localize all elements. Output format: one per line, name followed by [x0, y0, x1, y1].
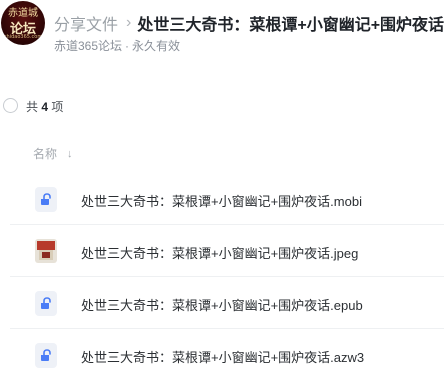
page-title: 处世三大奇书：菜根谭+小窗幽记+围炉夜话: [137, 17, 444, 34]
meta-separator: ·: [125, 39, 130, 53]
avatar[interactable]: 赤道城 论坛 chidao365.com: [1, 1, 45, 45]
file-name[interactable]: 处世三大奇书：菜根谭+小窗幽记+围炉夜话.mobi: [81, 191, 362, 210]
sort-down-icon[interactable]: ↓: [67, 148, 73, 160]
file-name[interactable]: 处世三大奇书：菜根谭+小窗幽记+围炉夜话.epub: [81, 295, 363, 314]
owner-name[interactable]: 赤道365论坛: [54, 39, 122, 53]
select-all-checkbox[interactable]: [3, 98, 18, 113]
breadcrumb: 分享文件 › 处世三大奇书：菜根谭+小窗幽记+围炉夜话: [54, 11, 444, 35]
chevron-right-icon: ›: [126, 14, 132, 31]
validity-text: 永久有效: [132, 39, 181, 53]
file-row[interactable]: 处世三大奇书：菜根谭+小窗幽记+围炉夜话.azw3: [10, 329, 444, 378]
file-row[interactable]: 处世三大奇书：菜根谭+小窗幽记+围炉夜话.epub: [10, 277, 444, 329]
count-prefix: 共: [26, 100, 39, 114]
file-name[interactable]: 处世三大奇书：菜根谭+小窗幽记+围炉夜话.jpeg: [81, 243, 358, 262]
file-row[interactable]: 处世三大奇书：菜根谭+小窗幽记+围炉夜话.jpeg: [10, 225, 444, 277]
document-file-icon: [35, 291, 57, 316]
avatar-text-bottom: chidao365.com: [3, 34, 43, 40]
file-row[interactable]: 处世三大奇书：菜根谭+小窗幽记+围炉夜话.mobi: [10, 173, 444, 225]
share-page: 赤道城 论坛 chidao365.com 分享文件 › 处世三大奇书：菜根谭+小…: [0, 0, 444, 378]
file-name[interactable]: 处世三大奇书：菜根谭+小窗幽记+围炉夜话.azw3: [81, 347, 364, 366]
document-file-icon: [35, 343, 57, 368]
image-thumbnail-icon: [35, 239, 57, 264]
document-file-icon: [35, 187, 57, 212]
count-value: 4: [41, 100, 49, 114]
avatar-text-top: 赤道城: [8, 8, 38, 19]
share-meta: 赤道365论坛 · 永久有效: [54, 37, 180, 54]
column-header-name[interactable]: 名称 ↓: [33, 145, 73, 162]
item-count: 共 4 项: [26, 98, 63, 115]
breadcrumb-shared-files[interactable]: 分享文件: [54, 11, 118, 35]
column-name-label: 名称: [33, 147, 58, 161]
count-suffix: 项: [51, 100, 64, 114]
